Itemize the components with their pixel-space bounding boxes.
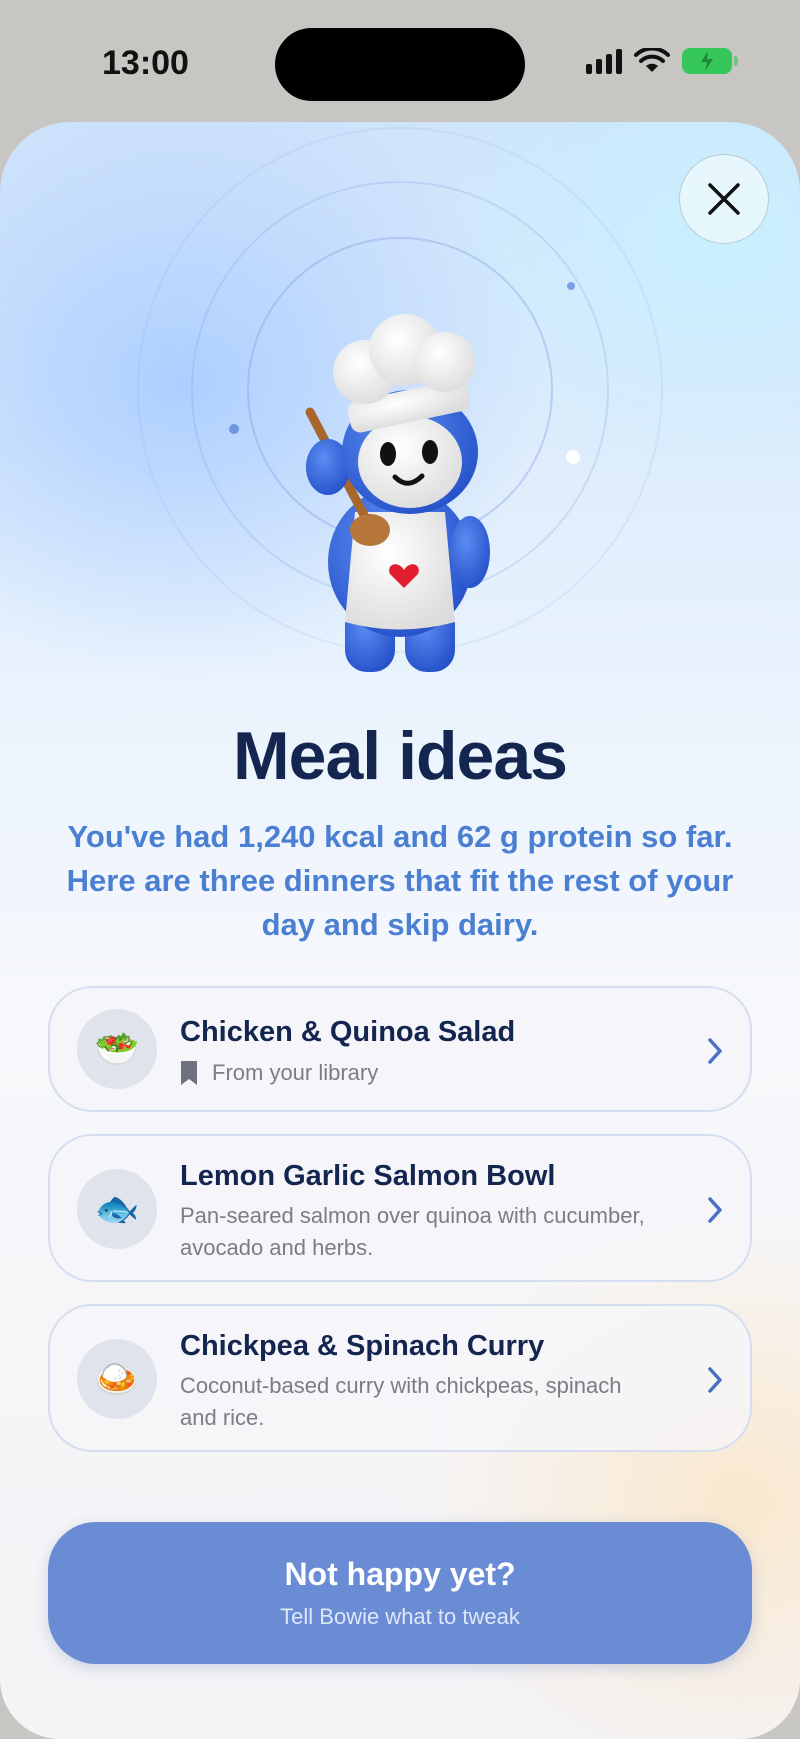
meal-ideas-sheet: Meal ideas You've had 1,240 kcal and 62 … — [0, 122, 800, 1739]
meal-title: Lemon Garlic Salmon Bowl — [180, 1160, 556, 1192]
meal-card-chicken-quinoa-salad[interactable]: 🥗 Chicken & Quinoa Salad From your libra… — [48, 986, 752, 1112]
chevron-right-icon — [708, 1197, 722, 1223]
curry-icon: 🍛 — [77, 1339, 157, 1419]
fish-icon: 🐟 — [77, 1169, 157, 1249]
tweak-meals-button[interactable]: Not happy yet? Tell Bowie what to tweak — [48, 1522, 752, 1664]
meal-source-label: From your library — [212, 1060, 379, 1085]
meal-card-chickpea-spinach-curry[interactable]: 🍛 Chickpea & Spinach Curry Coconut-based… — [48, 1304, 752, 1452]
status-bar: 13:00 — [0, 0, 800, 124]
cta-label: Not happy yet? — [284, 1556, 516, 1592]
meal-description: Pan-seared salmon over quinoa with cucum… — [180, 1203, 645, 1260]
close-icon — [708, 183, 740, 215]
bookmark-icon — [181, 1061, 197, 1085]
status-icons — [586, 48, 738, 74]
fish-emoji: 🐟 — [94, 1188, 140, 1229]
salad-emoji: 🥗 — [94, 1028, 140, 1069]
cta-sublabel: Tell Bowie what to tweak — [280, 1604, 520, 1629]
chevron-right-icon — [708, 1038, 722, 1064]
dynamic-island — [275, 28, 525, 101]
salad-icon: 🥗 — [77, 1009, 157, 1089]
meal-title: Chickpea & Spinach Curry — [180, 1330, 545, 1362]
wifi-icon — [634, 48, 670, 72]
page-title: Meal ideas — [233, 718, 568, 794]
chevron-right-icon — [708, 1367, 722, 1393]
meal-card-lemon-garlic-salmon-bowl[interactable]: 🐟 Lemon Garlic Salmon Bowl Pan-seared sa… — [48, 1134, 752, 1282]
curry-emoji: 🍛 — [94, 1358, 140, 1399]
meal-source: From your library — [180, 1060, 378, 1086]
meal-title: Chicken & Quinoa Salad — [180, 1016, 516, 1048]
meal-description: Coconut-based curry with chickpeas, spin… — [180, 1373, 622, 1430]
page-subtitle: You've had 1,240 kcal and 62 g protein s… — [66, 819, 734, 942]
chef-mascot-illustration — [305, 314, 490, 672]
status-time: 13:00 — [102, 44, 189, 82]
cellular-signal-icon — [586, 48, 622, 74]
close-button[interactable] — [679, 154, 769, 244]
battery-charging-icon — [682, 48, 738, 74]
